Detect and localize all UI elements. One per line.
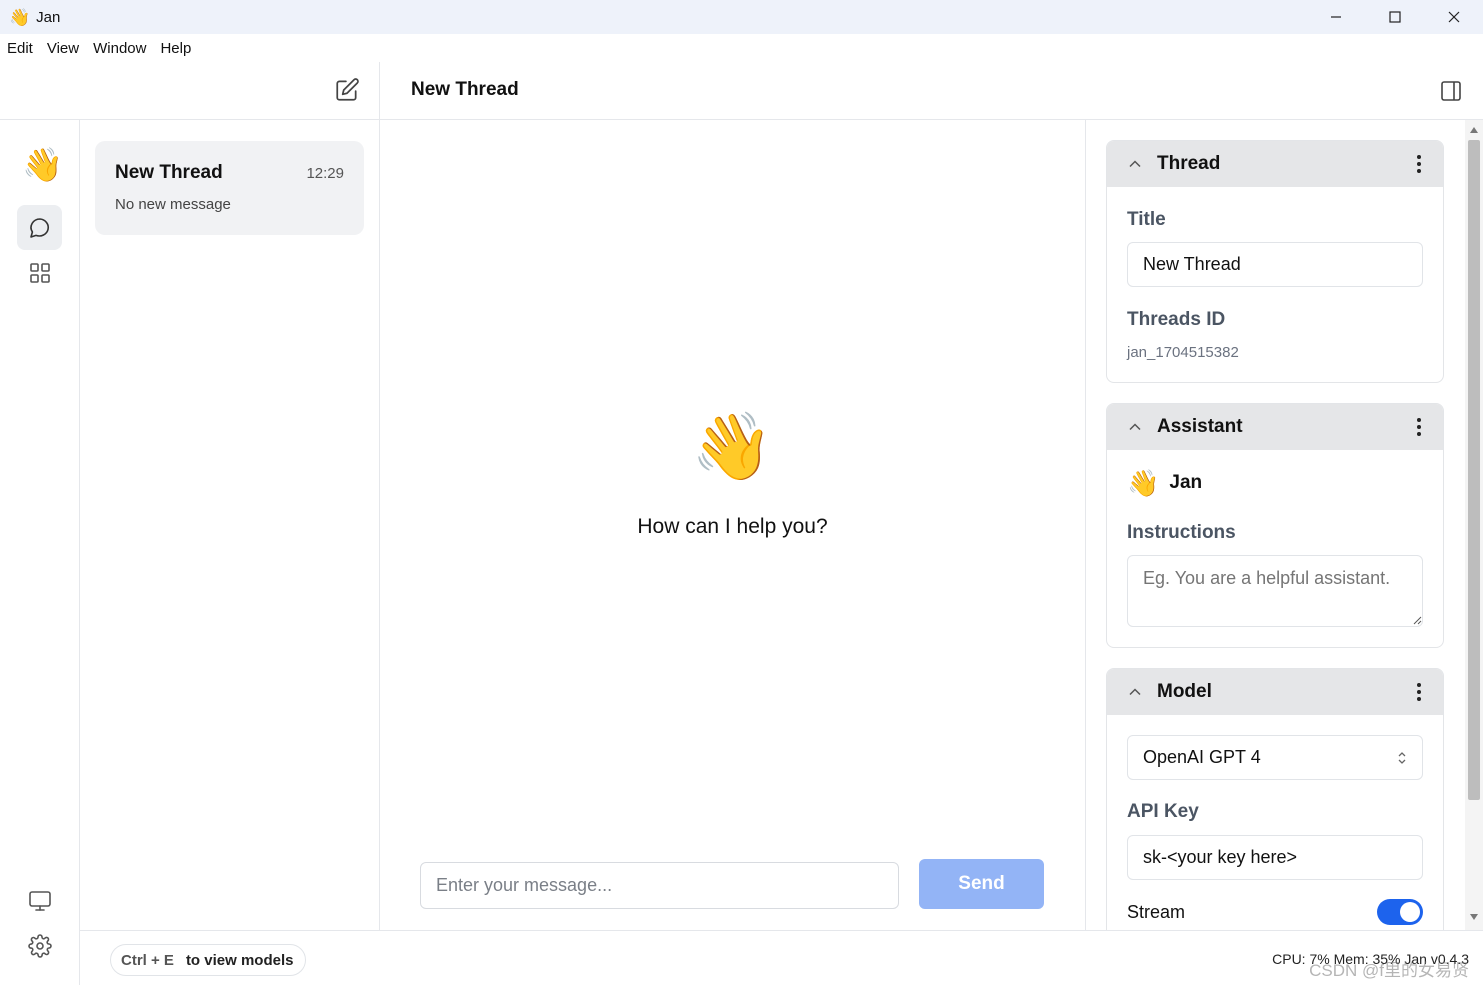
window-titlebar: 👋 Jan (0, 0, 1483, 34)
thread-list-header (0, 62, 380, 119)
send-button[interactable]: Send (919, 859, 1044, 909)
threads-id-label: Threads ID (1127, 309, 1226, 330)
thread-list: New Thread 12:29 No new message (80, 120, 380, 930)
stream-toggle[interactable] (1377, 899, 1423, 925)
thread-title-input[interactable]: New Thread (1127, 242, 1423, 287)
model-settings-card: Model OpenAI GPT 4 API Key sk-<your key … (1106, 668, 1444, 930)
model-card-title: Model (1157, 681, 1212, 702)
assistant-settings-card: Assistant 👋 Jan Instructions (1106, 403, 1444, 648)
minimize-icon (1330, 16, 1341, 18)
nav-settings-button[interactable] (17, 923, 62, 968)
app-header: New Thread (0, 62, 1483, 120)
thread-card-header[interactable]: Thread (1107, 141, 1443, 187)
thread-item-time: 12:29 (306, 165, 344, 182)
threads-id-value: jan_1704515382 (1127, 344, 1239, 361)
api-key-label: API Key (1127, 801, 1199, 822)
stream-setting: Stream (1127, 897, 1423, 927)
message-input[interactable] (420, 862, 899, 909)
shortcut-text: to view models (185, 951, 294, 969)
welcome-wave-icon: 👋 (691, 409, 774, 483)
chevron-updown-icon (1398, 751, 1406, 764)
toggle-knob (1400, 902, 1420, 922)
chevron-up-icon[interactable] (1127, 419, 1143, 435)
menu-view[interactable]: View (40, 40, 86, 57)
minimize-button[interactable] (1306, 0, 1365, 34)
thread-item-title: New Thread (115, 162, 223, 183)
scroll-up-arrow-icon[interactable] (1469, 125, 1479, 135)
api-key-input[interactable]: sk-<your key here> (1127, 835, 1423, 880)
thread-item[interactable]: New Thread 12:29 No new message (95, 141, 364, 235)
menu-help[interactable]: Help (153, 40, 198, 57)
app-logo-icon: 👋 (9, 7, 31, 27)
scroll-down-arrow-icon[interactable] (1469, 912, 1479, 922)
thread-item-subtitle: No new message (115, 196, 231, 213)
assistant-identity: 👋 Jan (1127, 470, 1202, 496)
monitor-icon (28, 890, 51, 911)
watermark-text: CSDN @f里的女易贤 (1309, 961, 1469, 980)
chat-area: 👋 How can I help you? Send (380, 120, 1085, 930)
gear-icon (27, 933, 52, 958)
title-label: Title (1127, 209, 1166, 230)
assistant-name: Jan (1169, 472, 1203, 493)
thread-settings-card: Thread Title New Thread Threads ID jan_1… (1106, 140, 1444, 383)
resize-grip-icon[interactable] (1412, 615, 1422, 625)
model-card-header[interactable]: Model (1107, 669, 1443, 715)
shortcut-keys: Ctrl + E (121, 951, 174, 969)
edit-icon (336, 78, 359, 101)
model-select[interactable]: OpenAI GPT 4 (1127, 735, 1423, 780)
toggle-right-panel-button[interactable] (1437, 77, 1465, 105)
assistant-card-header[interactable]: Assistant (1107, 404, 1443, 450)
window-title: Jan (36, 8, 61, 26)
menu-edit[interactable]: Edit (0, 40, 40, 57)
menu-bar: Edit View Window Help (0, 34, 1483, 62)
sidebar-toggle-icon (1441, 81, 1461, 101)
status-bar: Ctrl + E to view models CPU: 7% Mem: 35%… (80, 930, 1483, 985)
shortcut-hint[interactable]: Ctrl + E to view models (110, 944, 307, 976)
right-panel-scrollbar[interactable] (1465, 120, 1483, 930)
assistant-avatar: 👋 (1127, 468, 1160, 498)
scroll-thumb[interactable] (1468, 140, 1480, 800)
more-options-icon[interactable] (1407, 680, 1431, 704)
maximize-icon (1388, 11, 1401, 23)
welcome-message: How can I help you? (637, 515, 828, 538)
nav-system-monitor-button[interactable] (17, 878, 62, 923)
stream-label: Stream (1127, 901, 1186, 922)
grid-icon (29, 262, 50, 283)
chat-bubble-icon (29, 217, 49, 238)
page-title: New Thread (411, 79, 519, 100)
nav-hub-button[interactable] (17, 250, 62, 295)
chevron-up-icon[interactable] (1127, 684, 1143, 700)
nav-chat-button[interactable] (17, 205, 62, 250)
close-icon (1448, 11, 1459, 23)
assistant-card-title: Assistant (1157, 416, 1243, 437)
instructions-label: Instructions (1127, 522, 1236, 543)
jan-logo-icon: 👋 (22, 146, 64, 183)
maximize-button[interactable] (1365, 0, 1424, 34)
close-button[interactable] (1424, 0, 1483, 34)
chevron-up-icon[interactable] (1127, 156, 1143, 172)
more-options-icon[interactable] (1407, 152, 1431, 176)
thread-card-title: Thread (1157, 153, 1221, 174)
new-thread-button[interactable] (333, 76, 361, 104)
more-options-icon[interactable] (1407, 415, 1431, 439)
model-select-value: OpenAI GPT 4 (1143, 747, 1261, 767)
instructions-textarea[interactable] (1127, 555, 1423, 627)
menu-window[interactable]: Window (86, 40, 153, 57)
left-nav-rail: 👋 (0, 120, 80, 985)
right-settings-panel: Thread Title New Thread Threads ID jan_1… (1085, 120, 1465, 930)
window-controls (1306, 0, 1483, 34)
